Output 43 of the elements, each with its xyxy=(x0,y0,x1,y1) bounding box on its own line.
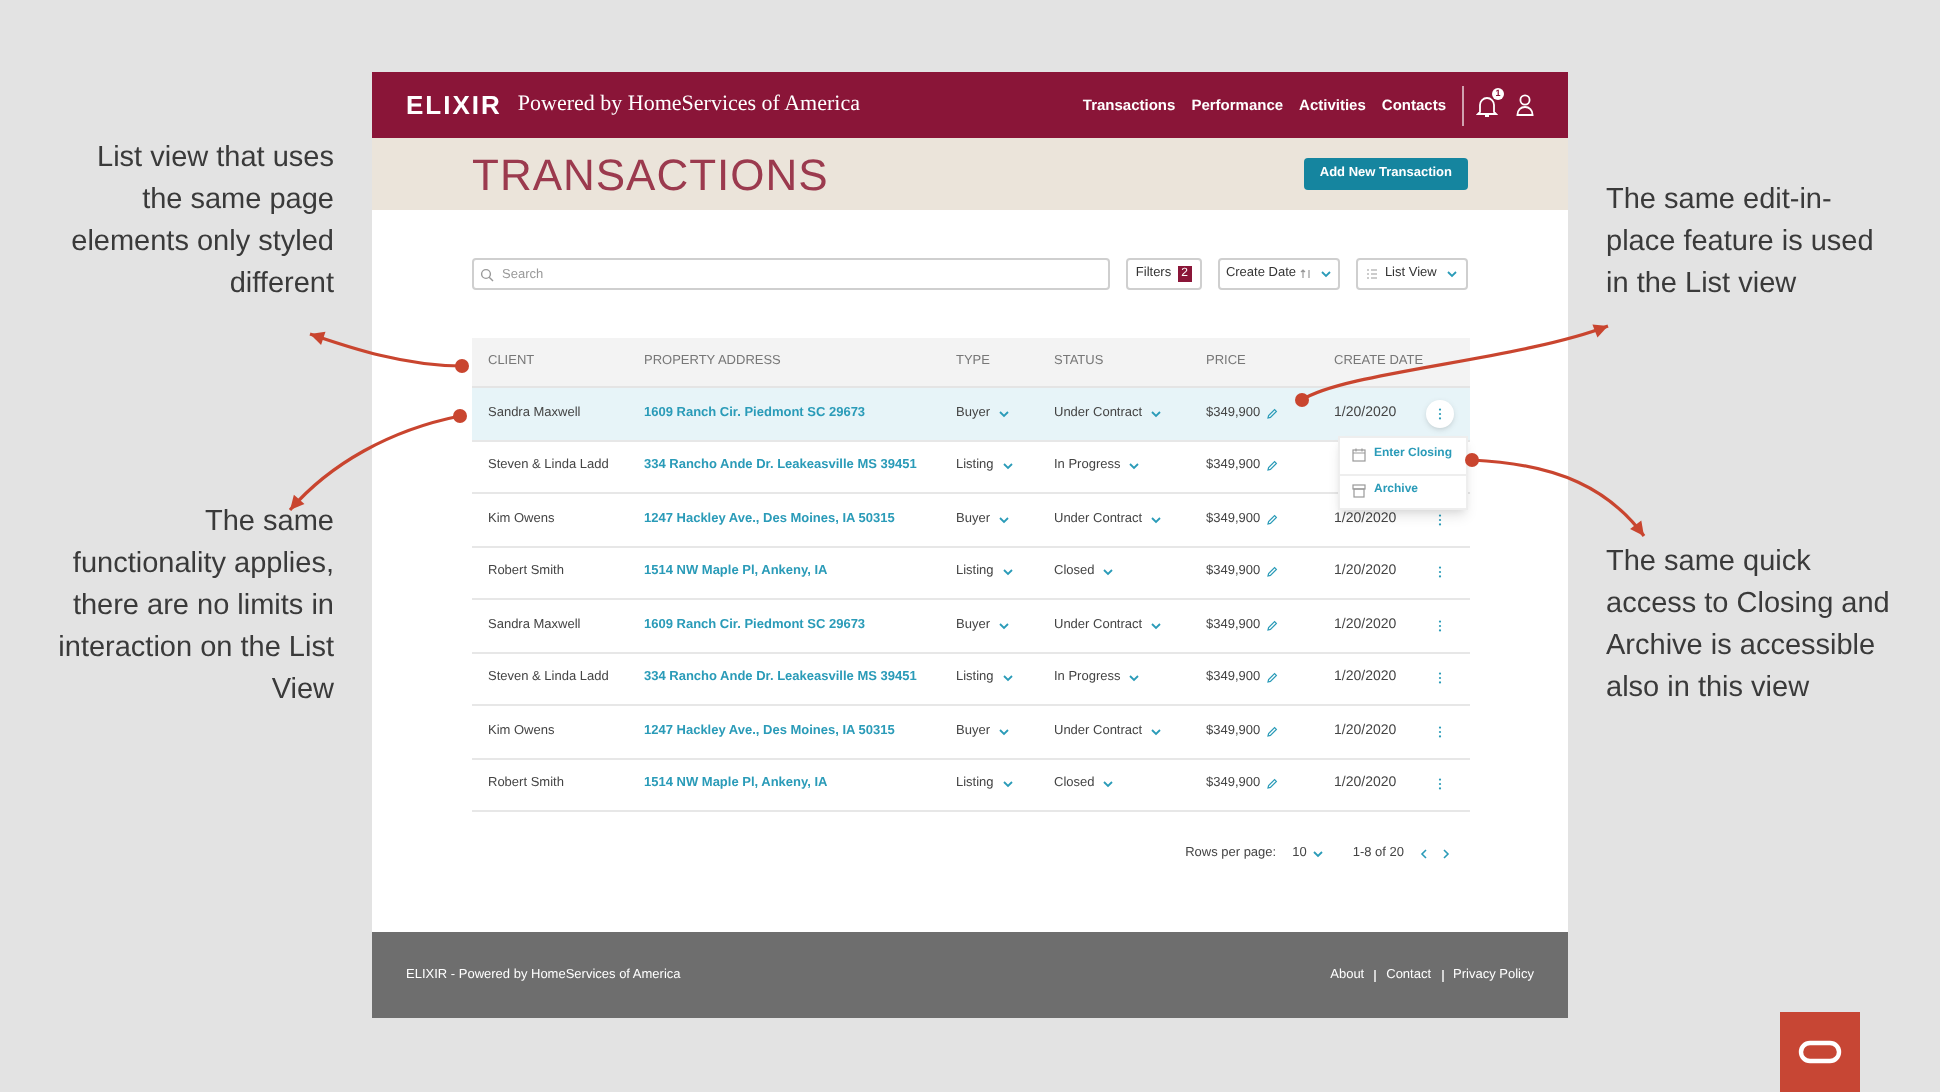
chevron-down-icon xyxy=(1150,409,1163,418)
chevron-down-icon xyxy=(1001,568,1014,577)
pencil-icon[interactable] xyxy=(1266,566,1279,579)
logo-icon xyxy=(1780,1012,1860,1092)
sort-icon xyxy=(1300,268,1312,280)
page-title: TRANSACTIONS xyxy=(472,147,829,203)
chevron-down-icon xyxy=(1102,568,1115,577)
chevron-down-icon xyxy=(1128,674,1141,683)
list-icon xyxy=(1366,268,1379,280)
annotation-text: The same quick access to Closing and Archive is accessible also in this view xyxy=(1606,544,1892,708)
chevron-down-icon xyxy=(997,515,1010,524)
chevron-down-icon xyxy=(1001,780,1014,789)
annotation-text: The same functionality applies, there are no limits in interaction on the List View xyxy=(56,504,334,710)
pencil-icon[interactable] xyxy=(1266,778,1279,791)
logo-text: ELIXIR xyxy=(406,87,502,124)
search-icon xyxy=(480,267,494,281)
chevron-down-icon xyxy=(1150,727,1163,736)
chevron-down-icon xyxy=(1102,780,1115,789)
user-icon[interactable] xyxy=(1516,94,1534,116)
chevron-down-icon xyxy=(1001,462,1014,471)
chevron-down-icon xyxy=(1150,515,1163,524)
chevron-down-icon xyxy=(997,409,1010,418)
archive-icon xyxy=(1352,484,1366,499)
pencil-icon[interactable] xyxy=(1266,460,1279,473)
annotation-text: List view that uses the same page elements only styled different xyxy=(69,140,334,304)
previous-page-button[interactable] xyxy=(1420,847,1428,860)
chevron-down-icon xyxy=(1312,849,1325,858)
chevron-down-icon xyxy=(1150,621,1163,630)
chevron-down-icon xyxy=(1001,674,1014,683)
pencil-icon[interactable] xyxy=(1266,672,1279,685)
next-page-button[interactable] xyxy=(1442,847,1450,860)
pencil-icon[interactable] xyxy=(1266,407,1279,420)
chevron-down-icon xyxy=(1446,270,1458,278)
pencil-icon[interactable] xyxy=(1266,619,1279,632)
pencil-icon[interactable] xyxy=(1266,513,1279,526)
calendar-icon xyxy=(1352,448,1366,463)
pencil-icon[interactable] xyxy=(1266,725,1279,738)
brand-tagline: Powered by HomeServices of America xyxy=(517,90,860,121)
annotation-text: The same edit-in-place feature is used in the List view xyxy=(1606,182,1876,304)
chevron-down-icon xyxy=(997,727,1010,736)
chevron-down-icon xyxy=(997,621,1010,630)
chevron-down-icon xyxy=(1320,270,1333,278)
chevron-down-icon xyxy=(1128,462,1141,471)
